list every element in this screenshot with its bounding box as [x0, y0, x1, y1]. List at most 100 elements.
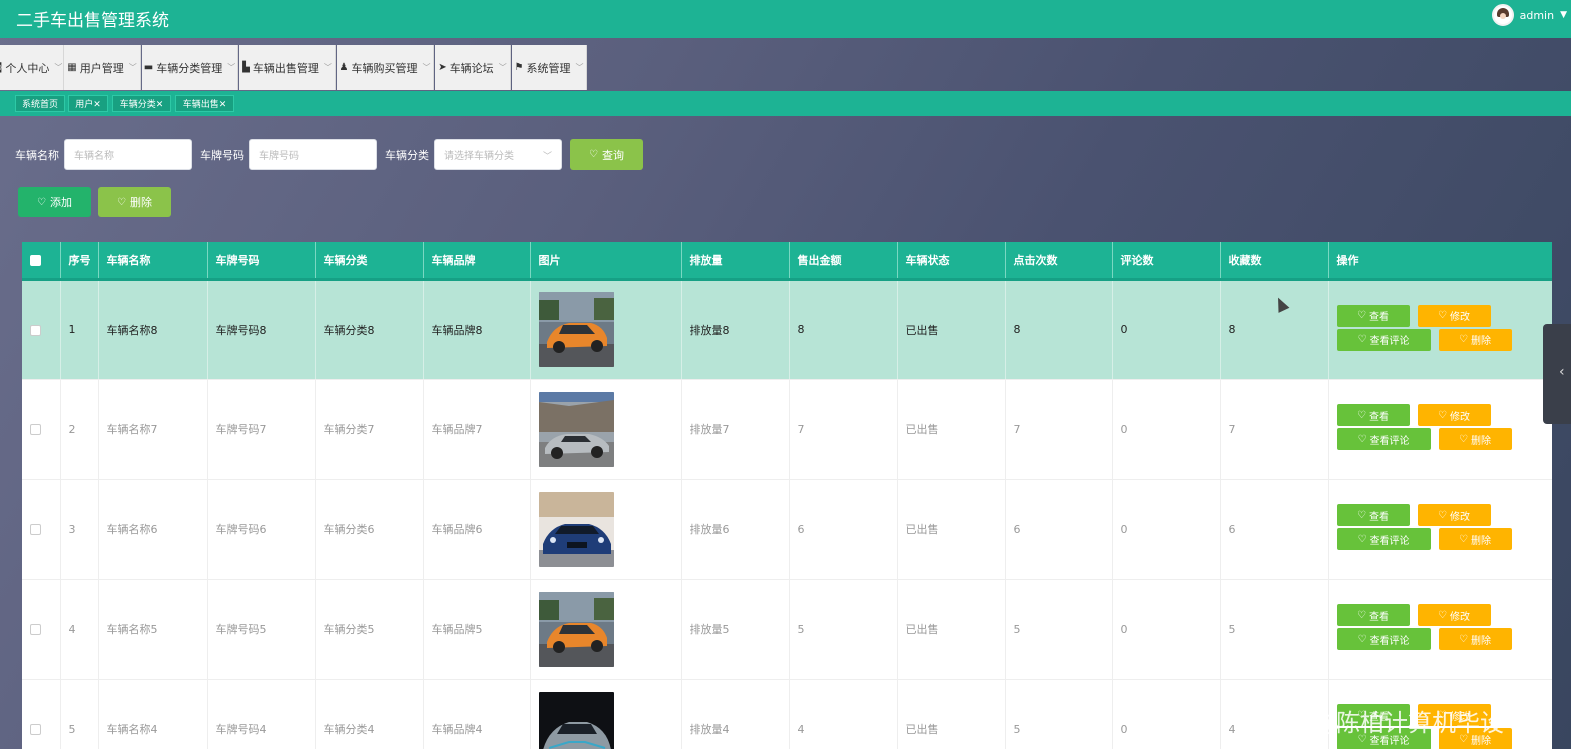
vehicle-name-input[interactable]: 车辆名称 — [64, 139, 192, 170]
view-comments-button[interactable]: ♡ 查看评论 — [1336, 328, 1431, 351]
menu-item-vehicle-category[interactable]: ▬ 车辆分类管理 ﹀ — [142, 45, 238, 90]
column-header: 排放量 — [681, 242, 790, 281]
delete-button[interactable]: ♡ 删除 — [1438, 328, 1512, 351]
heart-icon: ♡ — [1357, 509, 1366, 521]
vehicle-category-select[interactable]: 请选择车辆分类 ﹀ — [434, 139, 562, 170]
menu-item-vehicle-purchase[interactable]: ♟ 车辆购买管理 ﹀ — [337, 45, 434, 90]
cell-plate: 车牌号码4 — [207, 679, 316, 749]
grid-icon: ▦ — [67, 62, 77, 73]
delete-button[interactable]: ♡ 删除 — [1438, 628, 1512, 650]
select-all-checkbox[interactable] — [30, 254, 41, 266]
vehicle-name-label: 车辆名称 — [15, 149, 59, 162]
row-checkbox[interactable] — [30, 724, 41, 735]
column-header: 序号 — [60, 242, 99, 281]
table-row[interactable]: 2 车辆名称7 车牌号码7 车辆分类7 车辆品牌7 排放量7 7 已出售 7 0 7 ♡ 查看 ♡ 修改 ♡ 查… — [22, 379, 1552, 480]
cell-clicks: 6 — [1005, 479, 1113, 580]
row-checkbox[interactable] — [30, 324, 41, 336]
chevron-down-icon: ﹀ — [498, 63, 507, 72]
tag-home[interactable]: 系统首页 — [15, 95, 65, 112]
cell-comments: 0 — [1112, 479, 1221, 580]
tag-vehicle-sale[interactable]: 车辆出售✕ — [175, 95, 234, 112]
edit-button[interactable]: ♡ 修改 — [1417, 504, 1491, 526]
username[interactable]: admin — [1520, 9, 1554, 22]
delete-button-label: 删除 — [1470, 336, 1491, 347]
table-row[interactable]: 3 车辆名称6 车牌号码6 车辆分类6 车辆品牌6 排放量6 6 已出售 6 0 6 ♡ 查看 ♡ 修改 ♡ 查… — [22, 479, 1552, 580]
vehicle-image — [538, 691, 614, 749]
delete-button-label: 删除 — [1470, 635, 1491, 647]
vehicle-image-cell — [530, 679, 682, 749]
edit-button[interactable]: ♡ 修改 — [1417, 404, 1491, 426]
add-button[interactable]: ♡ 添加 — [18, 187, 91, 217]
cell-status: 已出售 — [897, 379, 1006, 480]
add-button-label: 添加 — [49, 196, 72, 209]
heart-icon: ♡ — [589, 149, 598, 160]
cell-no: 2 — [60, 379, 99, 480]
user-circle-icon: ◙ — [0, 62, 2, 73]
row-select-cell — [22, 279, 61, 380]
row-select-cell — [22, 379, 61, 480]
row-checkbox[interactable] — [30, 624, 41, 635]
view-button[interactable]: ♡ 查看 — [1336, 604, 1410, 626]
cell-plate: 车牌号码5 — [207, 579, 316, 680]
view-comments-button[interactable]: ♡ 查看评论 — [1336, 528, 1431, 550]
cell-price: 5 — [789, 579, 898, 680]
operations-cell: ♡ 查看 ♡ 修改 ♡ 查看评论 ♡ 删除 — [1328, 479, 1552, 580]
cell-category: 车辆分类6 — [315, 479, 424, 580]
tag-vehicle-category[interactable]: 车辆分类✕ — [112, 95, 171, 112]
row-actions: ♡ 查看 ♡ 修改 ♡ 查看评论 ♡ 删除 — [1336, 404, 1517, 454]
cell-no: 4 — [60, 579, 99, 680]
row-actions: ♡ 查看 ♡ 修改 ♡ 查看评论 ♡ 删除 — [1336, 604, 1517, 654]
edit-button[interactable]: ♡ 修改 — [1417, 304, 1491, 327]
row-checkbox[interactable] — [30, 524, 41, 535]
menu-item-system-management[interactable]: ⚑ 系统管理 ﹀ — [512, 45, 587, 90]
edit-button[interactable]: ♡ 修改 — [1417, 604, 1491, 626]
row-checkbox[interactable] — [30, 424, 41, 435]
avatar[interactable] — [1491, 4, 1514, 26]
view-comments-button[interactable]: ♡ 查看评论 — [1336, 628, 1431, 650]
view-button[interactable]: ♡ 查看 — [1336, 504, 1410, 526]
menu-item-label: 系统管理 — [526, 61, 571, 75]
view-button[interactable]: ♡ 查看 — [1336, 304, 1410, 327]
table-header-row: 序号 车辆名称 车牌号码 车辆分类 车辆品牌 图片 排放量 售出金额 车辆状态 … — [22, 242, 1552, 281]
heart-icon: ♡ — [1438, 609, 1447, 621]
select-all-cell — [22, 242, 61, 281]
batch-delete-button-label: 删除 — [129, 196, 152, 209]
cell-category: 车辆分类4 — [315, 679, 424, 749]
menu-item-vehicle-sale[interactable]: ▙ 车辆出售管理 ﹀ — [239, 45, 336, 90]
select-placeholder: 请选择车辆分类 — [444, 151, 514, 162]
table-row[interactable]: 4 车辆名称5 车牌号码5 车辆分类5 车辆品牌5 排放量5 5 已出售 5 0 5 ♡ 查看 ♡ 修改 ♡ 查… — [22, 579, 1552, 680]
heart-icon: ♡ — [1357, 433, 1367, 445]
query-button[interactable]: ♡ 查询 — [570, 139, 643, 170]
tag-user[interactable]: 用户✕ — [68, 95, 108, 112]
cell-name: 车辆名称7 — [98, 379, 208, 480]
column-header: 车辆状态 — [897, 242, 1006, 281]
cell-brand: 车辆品牌6 — [423, 479, 531, 580]
delete-button[interactable]: ♡ 删除 — [1438, 428, 1512, 450]
cell-category: 车辆分类8 — [315, 279, 424, 380]
cell-brand: 车辆品牌7 — [423, 379, 531, 480]
table-row[interactable]: 1 车辆名称8 车牌号码8 车辆分类8 车辆品牌8 排放量8 8 已出售 8 0 8 ♡ 查看 ♡ 修改 ♡ 查… — [22, 279, 1552, 380]
cell-no: 1 — [60, 279, 99, 380]
column-header: 评论数 — [1112, 242, 1221, 281]
plate-number-label: 车牌号码 — [200, 149, 244, 162]
row-actions: ♡ 查看 ♡ 修改 ♡ 查看评论 ♡ 删除 — [1336, 504, 1517, 554]
view-button-label: 查看 — [1368, 611, 1389, 623]
batch-delete-button[interactable]: ♡ 删除 — [98, 187, 171, 217]
menu-item-personal-center[interactable]: ◙ 个人中心 ﹀ — [0, 45, 64, 90]
user-menu[interactable]: admin ▼ — [1491, 4, 1567, 26]
chevron-down-icon: ﹀ — [575, 63, 584, 72]
side-drawer-handle[interactable]: ‹ — [1543, 324, 1571, 424]
row-select-cell — [22, 679, 61, 749]
delete-button[interactable]: ♡ 删除 — [1438, 528, 1512, 550]
plate-number-input[interactable]: 车牌号码 — [249, 139, 377, 170]
heart-icon: ♡ — [1357, 334, 1367, 345]
data-table: 序号 车辆名称 车牌号码 车辆分类 车辆品牌 图片 排放量 售出金额 车辆状态 … — [22, 242, 1552, 749]
top-bar: 二手车出售管理系统 admin ▼ — [0, 0, 1571, 38]
app-title: 二手车出售管理系统 — [16, 11, 169, 31]
view-comments-button[interactable]: ♡ 查看评论 — [1336, 428, 1431, 450]
view-button[interactable]: ♡ 查看 — [1336, 404, 1410, 426]
caret-down-icon[interactable]: ▼ — [1560, 10, 1567, 20]
menu-item-vehicle-forum[interactable]: ➤ 车辆论坛 ﹀ — [435, 45, 511, 90]
menu-item-user-management[interactable]: ▦ 用户管理 ﹀ — [64, 45, 141, 90]
menu-item-label: 车辆购买管理 — [351, 61, 418, 75]
